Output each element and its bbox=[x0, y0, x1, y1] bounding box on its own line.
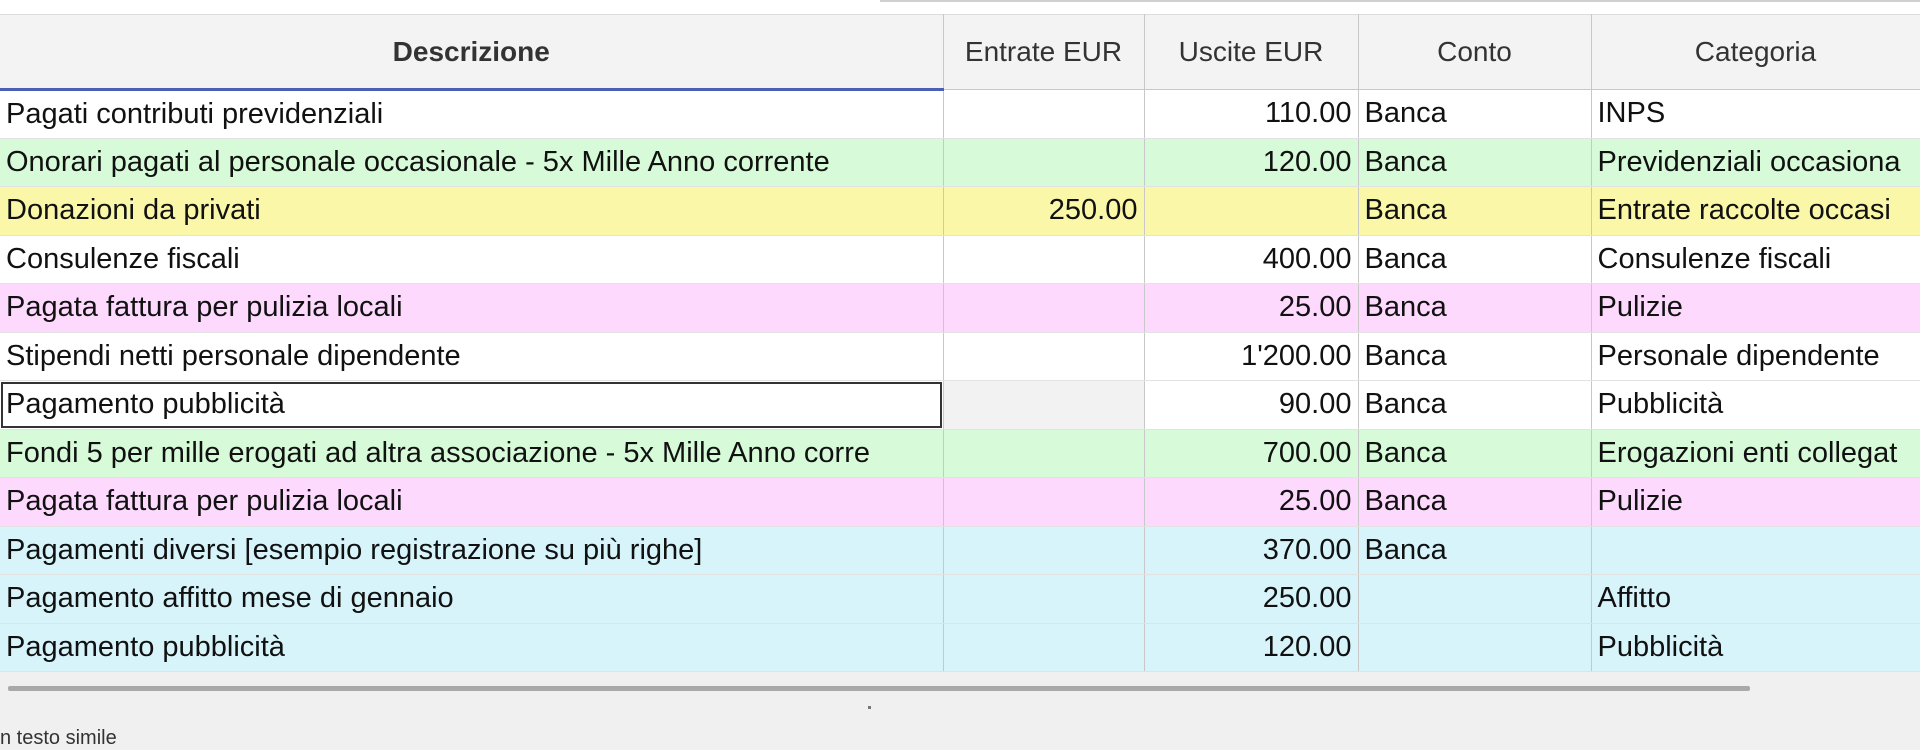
cell-entrate[interactable] bbox=[943, 574, 1145, 624]
cell-conto[interactable]: Banca bbox=[1358, 380, 1592, 430]
cell-categoria[interactable]: Erogazioni enti collegat bbox=[1591, 429, 1920, 478]
cell-entrate[interactable] bbox=[943, 429, 1145, 478]
cell-descrizione[interactable]: Pagamento pubblicità bbox=[0, 380, 944, 430]
cell-categoria[interactable]: Pulizie bbox=[1591, 283, 1920, 333]
cell-uscite[interactable]: 400.00 bbox=[1144, 235, 1359, 284]
column-header-categoria[interactable]: Categoria bbox=[1591, 14, 1920, 90]
cell-categoria[interactable]: Pulizie bbox=[1591, 477, 1920, 527]
table-row[interactable]: Stipendi netti personale dipendente 1'200… bbox=[0, 332, 1920, 381]
table-row[interactable]: Donazioni da privati 250.00 Banca Entrate r… bbox=[0, 186, 1920, 236]
cell-descrizione[interactable]: Pagata fattura per pulizia locali bbox=[0, 283, 944, 333]
column-header-uscite[interactable]: Uscite EUR bbox=[1144, 14, 1359, 90]
cell-categoria[interactable]: Affitto bbox=[1591, 574, 1920, 624]
cell-descrizione[interactable]: Pagata fattura per pulizia locali bbox=[0, 477, 944, 527]
cell-descrizione[interactable]: Fondi 5 per mille erogati ad altra assoc… bbox=[0, 429, 944, 478]
cell-entrate[interactable] bbox=[943, 380, 1145, 430]
cell-entrate[interactable]: 250.00 bbox=[943, 186, 1145, 236]
cell-entrate[interactable] bbox=[943, 623, 1145, 672]
cell-entrate[interactable] bbox=[943, 138, 1145, 187]
cell-conto[interactable]: Banca bbox=[1358, 526, 1592, 575]
table-row[interactable]: Onorari pagati al personale occasionale … bbox=[0, 138, 1920, 187]
cell-categoria[interactable]: Pubblicità bbox=[1591, 623, 1920, 672]
cell-categoria[interactable]: Consulenze fiscali bbox=[1591, 235, 1920, 284]
cell-categoria[interactable]: Entrate raccolte occasi bbox=[1591, 186, 1920, 236]
cell-categoria[interactable] bbox=[1591, 526, 1920, 575]
cell-conto[interactable]: Banca bbox=[1358, 186, 1592, 236]
cell-uscite[interactable]: 110.00 bbox=[1144, 89, 1359, 139]
cell-entrate[interactable] bbox=[943, 477, 1145, 527]
cell-conto[interactable] bbox=[1358, 623, 1592, 672]
cell-categoria[interactable]: INPS bbox=[1591, 89, 1920, 139]
status-text: n testo simile bbox=[0, 727, 117, 749]
cell-uscite[interactable]: 25.00 bbox=[1144, 477, 1359, 527]
cell-conto[interactable] bbox=[1358, 574, 1592, 624]
table-body: Pagati contributi previdenziali 110.00 Ban… bbox=[0, 89, 1920, 672]
cell-conto[interactable]: Banca bbox=[1358, 477, 1592, 527]
cell-descrizione[interactable]: Pagamento pubblicità bbox=[0, 623, 944, 672]
cell-conto[interactable]: Banca bbox=[1358, 429, 1592, 478]
column-header-conto[interactable]: Conto bbox=[1358, 14, 1592, 90]
cell-uscite[interactable]: 120.00 bbox=[1144, 623, 1359, 672]
cell-categoria[interactable]: Personale dipendente bbox=[1591, 332, 1920, 381]
cell-descrizione[interactable]: Onorari pagati al personale occasionale … bbox=[0, 138, 944, 187]
cell-descrizione[interactable]: Stipendi netti personale dipendente bbox=[0, 332, 944, 381]
top-divider bbox=[880, 0, 1920, 2]
cell-uscite[interactable]: 25.00 bbox=[1144, 283, 1359, 333]
horizontal-scrollbar[interactable] bbox=[0, 682, 1920, 709]
transactions-table: Descrizione Entrate EUR Uscite EUR Conto… bbox=[0, 14, 1920, 672]
horizontal-scrollbar-thumb[interactable] bbox=[8, 686, 1750, 691]
column-header-entrate[interactable]: Entrate EUR bbox=[943, 14, 1145, 90]
cell-uscite[interactable]: 370.00 bbox=[1144, 526, 1359, 575]
table-row[interactable]: Pagamenti diversi [esempio registrazione… bbox=[0, 526, 1920, 575]
cell-descrizione[interactable]: Donazioni da privati bbox=[0, 186, 944, 236]
cell-conto[interactable]: Banca bbox=[1358, 138, 1592, 187]
cell-uscite[interactable]: 90.00 bbox=[1144, 380, 1359, 430]
cell-conto[interactable]: Banca bbox=[1358, 235, 1592, 284]
cell-uscite[interactable]: 250.00 bbox=[1144, 574, 1359, 624]
cell-descrizione[interactable]: Pagamento affitto mese di gennaio bbox=[0, 574, 944, 624]
table-row[interactable]: Pagati contributi previdenziali 110.00 Ban… bbox=[0, 89, 1920, 139]
cell-descrizione[interactable]: Pagamenti diversi [esempio registrazione… bbox=[0, 526, 944, 575]
table-row[interactable]: Pagamento pubblicità 90.00 Banca Pubblicità bbox=[0, 380, 1920, 430]
cell-descrizione[interactable]: Consulenze fiscali bbox=[0, 235, 944, 284]
cell-uscite[interactable]: 120.00 bbox=[1144, 138, 1359, 187]
top-strip bbox=[0, 0, 1920, 14]
cell-entrate[interactable] bbox=[943, 332, 1145, 381]
cell-uscite[interactable]: 700.00 bbox=[1144, 429, 1359, 478]
cell-uscite[interactable] bbox=[1144, 186, 1359, 236]
cell-entrate[interactable] bbox=[943, 235, 1145, 284]
table-row[interactable]: Pagamento pubblicità 120.00 Pubblicità bbox=[0, 623, 1920, 672]
cell-entrate[interactable] bbox=[943, 283, 1145, 333]
table-row[interactable]: Pagata fattura per pulizia locali 25.00 Ba… bbox=[0, 477, 1920, 527]
table-row[interactable]: Pagamento affitto mese di gennaio 250.00 A… bbox=[0, 574, 1920, 624]
cell-conto[interactable]: Banca bbox=[1358, 283, 1592, 333]
column-header-descrizione[interactable]: Descrizione bbox=[0, 14, 944, 91]
cell-conto[interactable]: Banca bbox=[1358, 332, 1592, 381]
cell-categoria[interactable]: Pubblicità bbox=[1591, 380, 1920, 430]
splitter-grip[interactable] bbox=[868, 706, 871, 709]
table-row[interactable]: Fondi 5 per mille erogati ad altra assoc… bbox=[0, 429, 1920, 478]
table-row[interactable]: Pagata fattura per pulizia locali 25.00 Ba… bbox=[0, 283, 1920, 333]
table-row[interactable]: Consulenze fiscali 400.00 Banca Consulenze … bbox=[0, 235, 1920, 284]
cell-categoria[interactable]: Previdenziali occasiona bbox=[1591, 138, 1920, 187]
cell-uscite[interactable]: 1'200.00 bbox=[1144, 332, 1359, 381]
cell-entrate[interactable] bbox=[943, 89, 1145, 139]
table-header-row: Descrizione Entrate EUR Uscite EUR Conto… bbox=[0, 14, 1920, 91]
cell-descrizione[interactable]: Pagati contributi previdenziali bbox=[0, 89, 944, 139]
cell-entrate[interactable] bbox=[943, 526, 1145, 575]
cell-conto[interactable]: Banca bbox=[1358, 89, 1592, 139]
